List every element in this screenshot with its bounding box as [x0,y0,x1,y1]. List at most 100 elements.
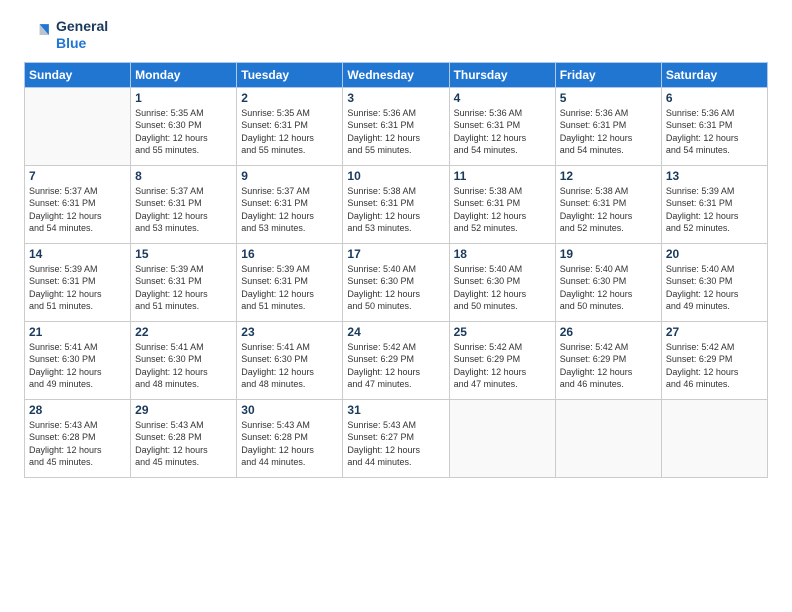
week-row-1: 1 Sunrise: 5:35 AM Sunset: 6:30 PM Daylig… [25,87,768,165]
calendar-cell: 22 Sunrise: 5:41 AM Sunset: 6:30 PM Dayli… [131,321,237,399]
week-row-3: 14 Sunrise: 5:39 AM Sunset: 6:31 PM Dayli… [25,243,768,321]
logo-icon [24,21,52,49]
day-number: 26 [560,325,657,339]
cell-content: Sunrise: 5:37 AM Sunset: 6:31 PM Dayligh… [241,185,338,235]
cell-content: Sunrise: 5:38 AM Sunset: 6:31 PM Dayligh… [560,185,657,235]
cell-content: Sunrise: 5:40 AM Sunset: 6:30 PM Dayligh… [560,263,657,313]
calendar-cell: 1 Sunrise: 5:35 AM Sunset: 6:30 PM Daylig… [131,87,237,165]
cell-content: Sunrise: 5:43 AM Sunset: 6:27 PM Dayligh… [347,419,444,469]
cell-content: Sunrise: 5:43 AM Sunset: 6:28 PM Dayligh… [135,419,232,469]
cell-content: Sunrise: 5:41 AM Sunset: 6:30 PM Dayligh… [135,341,232,391]
day-number: 30 [241,403,338,417]
cell-content: Sunrise: 5:39 AM Sunset: 6:31 PM Dayligh… [666,185,763,235]
calendar-cell: 4Sunrise: 5:36 AM Sunset: 6:31 PM Daylig… [449,87,555,165]
calendar-cell: 15 Sunrise: 5:39 AM Sunset: 6:31 PM Dayli… [131,243,237,321]
day-number: 25 [454,325,551,339]
day-number: 17 [347,247,444,261]
day-number: 22 [135,325,232,339]
day-number: 3 [347,91,444,105]
cell-content: Sunrise: 5:39 AM Sunset: 6:31 PM Dayligh… [135,263,232,313]
cell-content: Sunrise: 5:43 AM Sunset: 6:28 PM Dayligh… [241,419,338,469]
calendar-cell [661,399,767,477]
calendar-cell: 9 Sunrise: 5:37 AM Sunset: 6:31 PM Daylig… [237,165,343,243]
cell-content: Sunrise: 5:40 AM Sunset: 6:30 PM Dayligh… [666,263,763,313]
page: General Blue SundayMondayTuesdayWednesda… [0,0,792,490]
calendar-cell: 11 Sunrise: 5:38 AM Sunset: 6:31 PM Dayli… [449,165,555,243]
day-number: 12 [560,169,657,183]
day-number: 31 [347,403,444,417]
calendar-cell: 30 Sunrise: 5:43 AM Sunset: 6:28 PM Dayli… [237,399,343,477]
cell-content: Sunrise: 5:43 AM Sunset: 6:28 PM Dayligh… [29,419,126,469]
day-number: 24 [347,325,444,339]
calendar-cell: 23 Sunrise: 5:41 AM Sunset: 6:30 PM Dayli… [237,321,343,399]
day-number: 16 [241,247,338,261]
day-header-wednesday: Wednesday [343,62,449,87]
calendar-cell: 29Sunrise: 5:43 AM Sunset: 6:28 PM Dayli… [131,399,237,477]
day-header-tuesday: Tuesday [237,62,343,87]
day-number: 27 [666,325,763,339]
cell-content: Sunrise: 5:39 AM Sunset: 6:31 PM Dayligh… [241,263,338,313]
calendar-cell: 17 Sunrise: 5:40 AM Sunset: 6:30 PM Dayli… [343,243,449,321]
cell-content: Sunrise: 5:42 AM Sunset: 6:29 PM Dayligh… [560,341,657,391]
day-number: 8 [135,169,232,183]
logo: General Blue [24,18,108,52]
day-number: 28 [29,403,126,417]
day-number: 14 [29,247,126,261]
calendar-cell: 12 Sunrise: 5:38 AM Sunset: 6:31 PM Dayli… [555,165,661,243]
calendar-cell: 19 Sunrise: 5:40 AM Sunset: 6:30 PM Dayli… [555,243,661,321]
day-number: 11 [454,169,551,183]
calendar-cell: 13 Sunrise: 5:39 AM Sunset: 6:31 PM Dayli… [661,165,767,243]
week-row-4: 21 Sunrise: 5:41 AM Sunset: 6:30 PM Dayli… [25,321,768,399]
day-number: 13 [666,169,763,183]
calendar-cell: 6 Sunrise: 5:36 AM Sunset: 6:31 PM Daylig… [661,87,767,165]
calendar-table: SundayMondayTuesdayWednesdayThursdayFrid… [24,62,768,478]
day-number: 10 [347,169,444,183]
calendar-cell [555,399,661,477]
calendar-cell: 16 Sunrise: 5:39 AM Sunset: 6:31 PM Dayli… [237,243,343,321]
calendar-cell: 2Sunrise: 5:35 AM Sunset: 6:31 PM Daylig… [237,87,343,165]
cell-content: Sunrise: 5:38 AM Sunset: 6:31 PM Dayligh… [454,185,551,235]
calendar-cell: 24 Sunrise: 5:42 AM Sunset: 6:29 PM Dayli… [343,321,449,399]
day-number: 18 [454,247,551,261]
calendar-cell: 10Sunrise: 5:38 AM Sunset: 6:31 PM Dayli… [343,165,449,243]
cell-content: Sunrise: 5:37 AM Sunset: 6:31 PM Dayligh… [29,185,126,235]
calendar-cell: 5Sunrise: 5:36 AM Sunset: 6:31 PM Daylig… [555,87,661,165]
calendar-cell: 28 Sunrise: 5:43 AM Sunset: 6:28 PM Dayli… [25,399,131,477]
cell-content: Sunrise: 5:42 AM Sunset: 6:29 PM Dayligh… [347,341,444,391]
day-number: 6 [666,91,763,105]
day-number: 2 [241,91,338,105]
calendar-cell: 20 Sunrise: 5:40 AM Sunset: 6:30 PM Dayli… [661,243,767,321]
day-number: 15 [135,247,232,261]
calendar-cell: 18Sunrise: 5:40 AM Sunset: 6:30 PM Dayli… [449,243,555,321]
day-number: 21 [29,325,126,339]
cell-content: Sunrise: 5:41 AM Sunset: 6:30 PM Dayligh… [241,341,338,391]
calendar-cell: 7 Sunrise: 5:37 AM Sunset: 6:31 PM Daylig… [25,165,131,243]
day-header-sunday: Sunday [25,62,131,87]
calendar-cell: 26 Sunrise: 5:42 AM Sunset: 6:29 PM Dayli… [555,321,661,399]
day-header-friday: Friday [555,62,661,87]
cell-content: Sunrise: 5:36 AM Sunset: 6:31 PM Dayligh… [666,107,763,157]
calendar-cell: 31 Sunrise: 5:43 AM Sunset: 6:27 PM Dayli… [343,399,449,477]
cell-content: Sunrise: 5:37 AM Sunset: 6:31 PM Dayligh… [135,185,232,235]
calendar-cell: 8 Sunrise: 5:37 AM Sunset: 6:31 PM Daylig… [131,165,237,243]
week-row-5: 28 Sunrise: 5:43 AM Sunset: 6:28 PM Dayli… [25,399,768,477]
cell-content: Sunrise: 5:35 AM Sunset: 6:30 PM Dayligh… [135,107,232,157]
cell-content: Sunrise: 5:39 AM Sunset: 6:31 PM Dayligh… [29,263,126,313]
cell-content: Sunrise: 5:40 AM Sunset: 6:30 PM Dayligh… [347,263,444,313]
cell-content: Sunrise: 5:36 AM Sunset: 6:31 PM Dayligh… [560,107,657,157]
day-number: 7 [29,169,126,183]
calendar-cell [449,399,555,477]
day-number: 1 [135,91,232,105]
calendar-cell [25,87,131,165]
day-number: 9 [241,169,338,183]
day-number: 23 [241,325,338,339]
calendar-cell: 27Sunrise: 5:42 AM Sunset: 6:29 PM Dayli… [661,321,767,399]
calendar-cell: 3Sunrise: 5:36 AM Sunset: 6:31 PM Daylig… [343,87,449,165]
day-number: 20 [666,247,763,261]
calendar-cell: 21Sunrise: 5:41 AM Sunset: 6:30 PM Dayli… [25,321,131,399]
day-header-saturday: Saturday [661,62,767,87]
day-number: 19 [560,247,657,261]
day-header-thursday: Thursday [449,62,555,87]
day-number: 4 [454,91,551,105]
calendar-cell: 14 Sunrise: 5:39 AM Sunset: 6:31 PM Dayli… [25,243,131,321]
